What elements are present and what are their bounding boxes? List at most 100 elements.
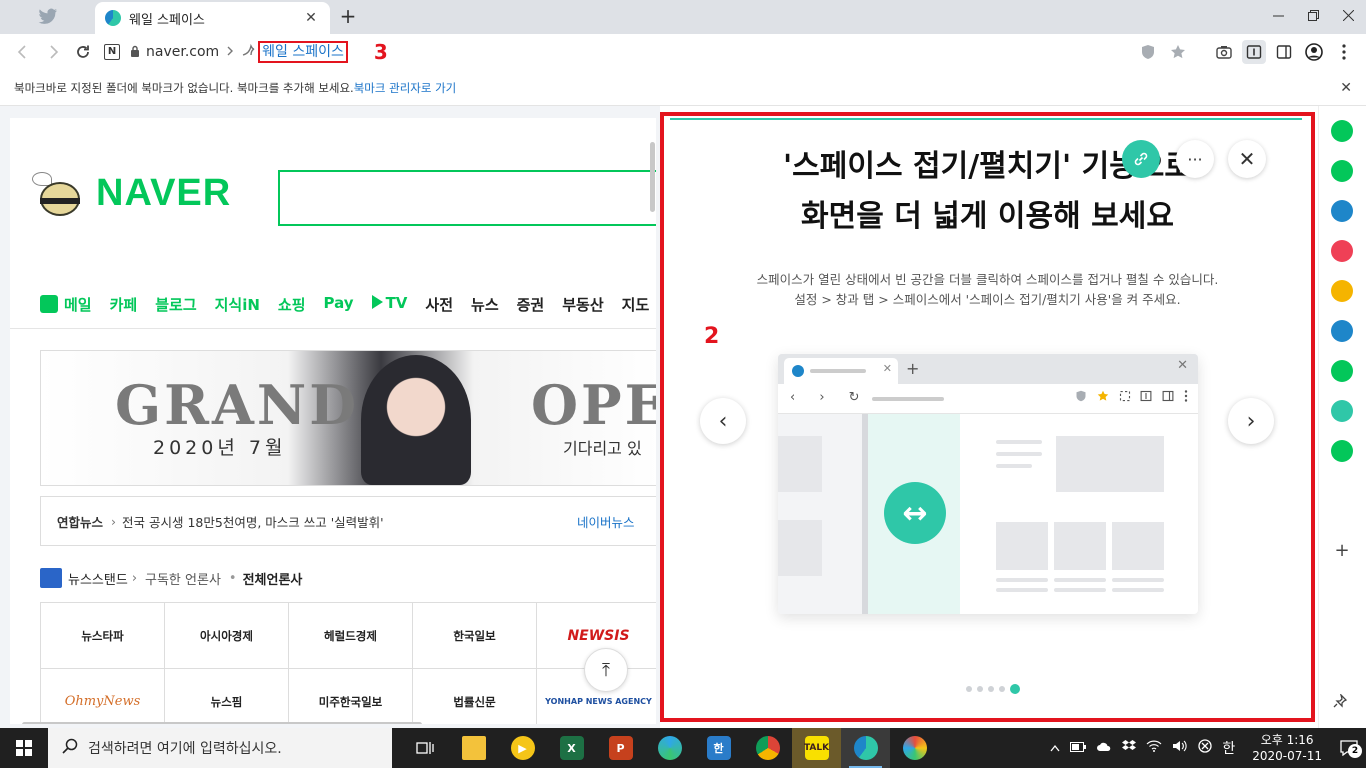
more-options-button[interactable]: ··· <box>1176 140 1214 178</box>
tab-whale-space[interactable]: 웨일 스페이스 ✕ <box>95 2 330 34</box>
naver-menu-item[interactable]: 쇼핑 <box>278 294 306 315</box>
tray-chevron-up-icon[interactable] <box>1050 741 1060 756</box>
sidebar-player-icon[interactable] <box>1331 400 1353 422</box>
task-view-icon[interactable] <box>400 728 449 768</box>
start-button[interactable] <box>0 728 48 768</box>
press-logo[interactable]: 뉴스타파 <box>41 603 165 669</box>
paint-icon[interactable] <box>890 728 939 768</box>
carousel-dot[interactable] <box>977 686 983 692</box>
close-window-icon[interactable] <box>1331 0 1366 30</box>
kakaotalk-icon[interactable]: TALK <box>792 728 841 768</box>
restore-icon[interactable] <box>1296 0 1331 30</box>
press-logo[interactable]: 미주한국일보 <box>289 669 413 724</box>
carousel-dot[interactable] <box>988 686 994 692</box>
forward-icon[interactable] <box>38 37 68 67</box>
dual-tab-icon[interactable] <box>1242 40 1266 64</box>
sidebar-add-button[interactable]: + <box>1331 540 1353 562</box>
press-logo[interactable]: OhmyNews <box>41 669 165 724</box>
naver-search-input[interactable] <box>278 170 656 226</box>
edge-icon[interactable] <box>645 728 694 768</box>
reload-icon[interactable] <box>68 37 98 67</box>
carousel-dot[interactable] <box>1010 684 1020 694</box>
link-button[interactable] <box>1122 140 1160 178</box>
powerpoint-icon[interactable]: P <box>596 728 645 768</box>
file-explorer-icon[interactable] <box>449 728 498 768</box>
sidebar-pin-icon[interactable] <box>1333 692 1348 712</box>
battery-icon[interactable] <box>1070 741 1087 756</box>
vertical-scrollbar[interactable] <box>650 142 655 212</box>
pinned-tab[interactable] <box>0 0 95 34</box>
sidebar-translate-icon[interactable] <box>1331 320 1353 342</box>
sidebar-green-circle-icon[interactable] <box>1331 120 1353 142</box>
ime-indicator[interactable]: 한 <box>1222 738 1235 758</box>
naver-menu-item[interactable]: 사전 <box>425 294 453 315</box>
hangul-app-icon[interactable]: 한 <box>694 728 743 768</box>
chrome-icon[interactable] <box>743 728 792 768</box>
whale-space-breadcrumb-link[interactable]: 웨일 스페이스 <box>258 41 348 63</box>
ad-banner[interactable]: GRAND 2020년 7월 OPE 기다리고 있 <box>40 350 656 486</box>
blocked-icon[interactable] <box>1198 739 1213 757</box>
sidebar-webtoon-icon[interactable] <box>1331 440 1353 462</box>
bookmark-manager-link[interactable]: 북마크 관리자로 가기 <box>354 80 457 96</box>
scroll-top-button[interactable]: ⤒ <box>584 648 628 692</box>
naver-menu-item[interactable]: 지도 <box>622 294 650 315</box>
news-headline[interactable]: 전국 공시생 18만5천여명, 마스크 쓰고 '실력발휘' <box>122 512 384 531</box>
dropbox-icon[interactable] <box>1122 740 1137 756</box>
sidebar-pocket-icon[interactable] <box>1331 240 1353 262</box>
back-icon[interactable] <box>8 37 38 67</box>
naver-logo[interactable]: NAVER <box>32 166 231 220</box>
tab-close-icon[interactable]: ✕ <box>302 10 320 26</box>
press-logo[interactable]: 법률신문 <box>413 669 537 724</box>
press-logo[interactable]: 아시아경제 <box>165 603 289 669</box>
naver-n-icon[interactable]: N <box>104 44 120 60</box>
profile-icon[interactable] <box>1302 40 1326 64</box>
lock-icon[interactable] <box>130 45 140 60</box>
press-logo[interactable]: 헤럴드경제 <box>289 603 413 669</box>
shield-icon[interactable] <box>1136 40 1160 64</box>
carousel-dot[interactable] <box>999 686 1005 692</box>
minimize-icon[interactable] <box>1261 0 1296 30</box>
taskbar-search[interactable]: 검색하려면 여기에 입력하십시오. <box>48 728 392 768</box>
naver-doodle-bird-icon <box>32 166 88 220</box>
excel-icon[interactable]: X <box>547 728 596 768</box>
url-text[interactable]: naver.com <box>146 44 219 60</box>
newsstand-title[interactable]: 뉴스스탠드 <box>68 569 128 588</box>
naver-menu-item[interactable]: 지식iN <box>215 294 260 315</box>
sidebar-calendar-icon[interactable] <box>1331 200 1353 222</box>
media-player-icon[interactable]: ▶ <box>498 728 547 768</box>
carousel-prev-button[interactable]: ‹ <box>700 398 746 444</box>
news-ticker[interactable]: 연합뉴스 › 전국 공시생 18만5천여명, 마스크 쓰고 '실력발휘' 네이버… <box>40 496 656 546</box>
new-tab-button[interactable]: + <box>336 5 360 29</box>
volume-icon[interactable] <box>1172 740 1188 756</box>
space-close-button[interactable]: ✕ <box>1228 140 1266 178</box>
sidebar-star-icon[interactable] <box>1331 280 1353 302</box>
carousel-next-button[interactable]: › <box>1228 398 1274 444</box>
camera-icon[interactable] <box>1212 40 1236 64</box>
naver-menu-item[interactable]: 블로그 <box>155 294 196 315</box>
cloud-icon[interactable] <box>1096 741 1112 756</box>
notification-center-button[interactable]: 2 <box>1332 728 1366 768</box>
naver-menu-item[interactable]: 메일 <box>40 294 92 315</box>
naver-menu-item[interactable]: 부동산 <box>562 294 603 315</box>
naver-menu-item[interactable]: Pay <box>324 294 354 315</box>
naver-news-link[interactable]: 네이버뉴스 <box>577 512 635 531</box>
sidebar-toggle-icon[interactable] <box>1272 40 1296 64</box>
naver-menu-item[interactable]: TV <box>371 294 407 315</box>
whale-browser-icon[interactable] <box>841 728 890 768</box>
naver-menu-item[interactable]: 카페 <box>110 294 138 315</box>
horizontal-scrollbar[interactable] <box>22 722 422 724</box>
menu-kebab-icon[interactable] <box>1332 40 1356 64</box>
naver-menu-item[interactable]: 뉴스 <box>471 294 499 315</box>
naver-menu-item[interactable]: 증권 <box>517 294 545 315</box>
taskbar-clock[interactable]: 오후 1:16 2020-07-11 <box>1252 732 1322 764</box>
subscribed-press-tab[interactable]: 구독한 언론사 <box>145 569 221 588</box>
press-logo[interactable]: 뉴스핌 <box>165 669 289 724</box>
all-press-tab[interactable]: 전체언론사 <box>243 569 303 588</box>
press-logo[interactable]: 한국일보 <box>413 603 537 669</box>
wifi-icon[interactable] <box>1146 740 1162 756</box>
bookmark-bar-close-icon[interactable]: ✕ <box>1340 80 1352 96</box>
carousel-dot[interactable] <box>966 686 972 692</box>
sidebar-alarm-icon[interactable] <box>1331 160 1353 182</box>
star-icon[interactable] <box>1166 40 1190 64</box>
sidebar-line-icon[interactable] <box>1331 360 1353 382</box>
